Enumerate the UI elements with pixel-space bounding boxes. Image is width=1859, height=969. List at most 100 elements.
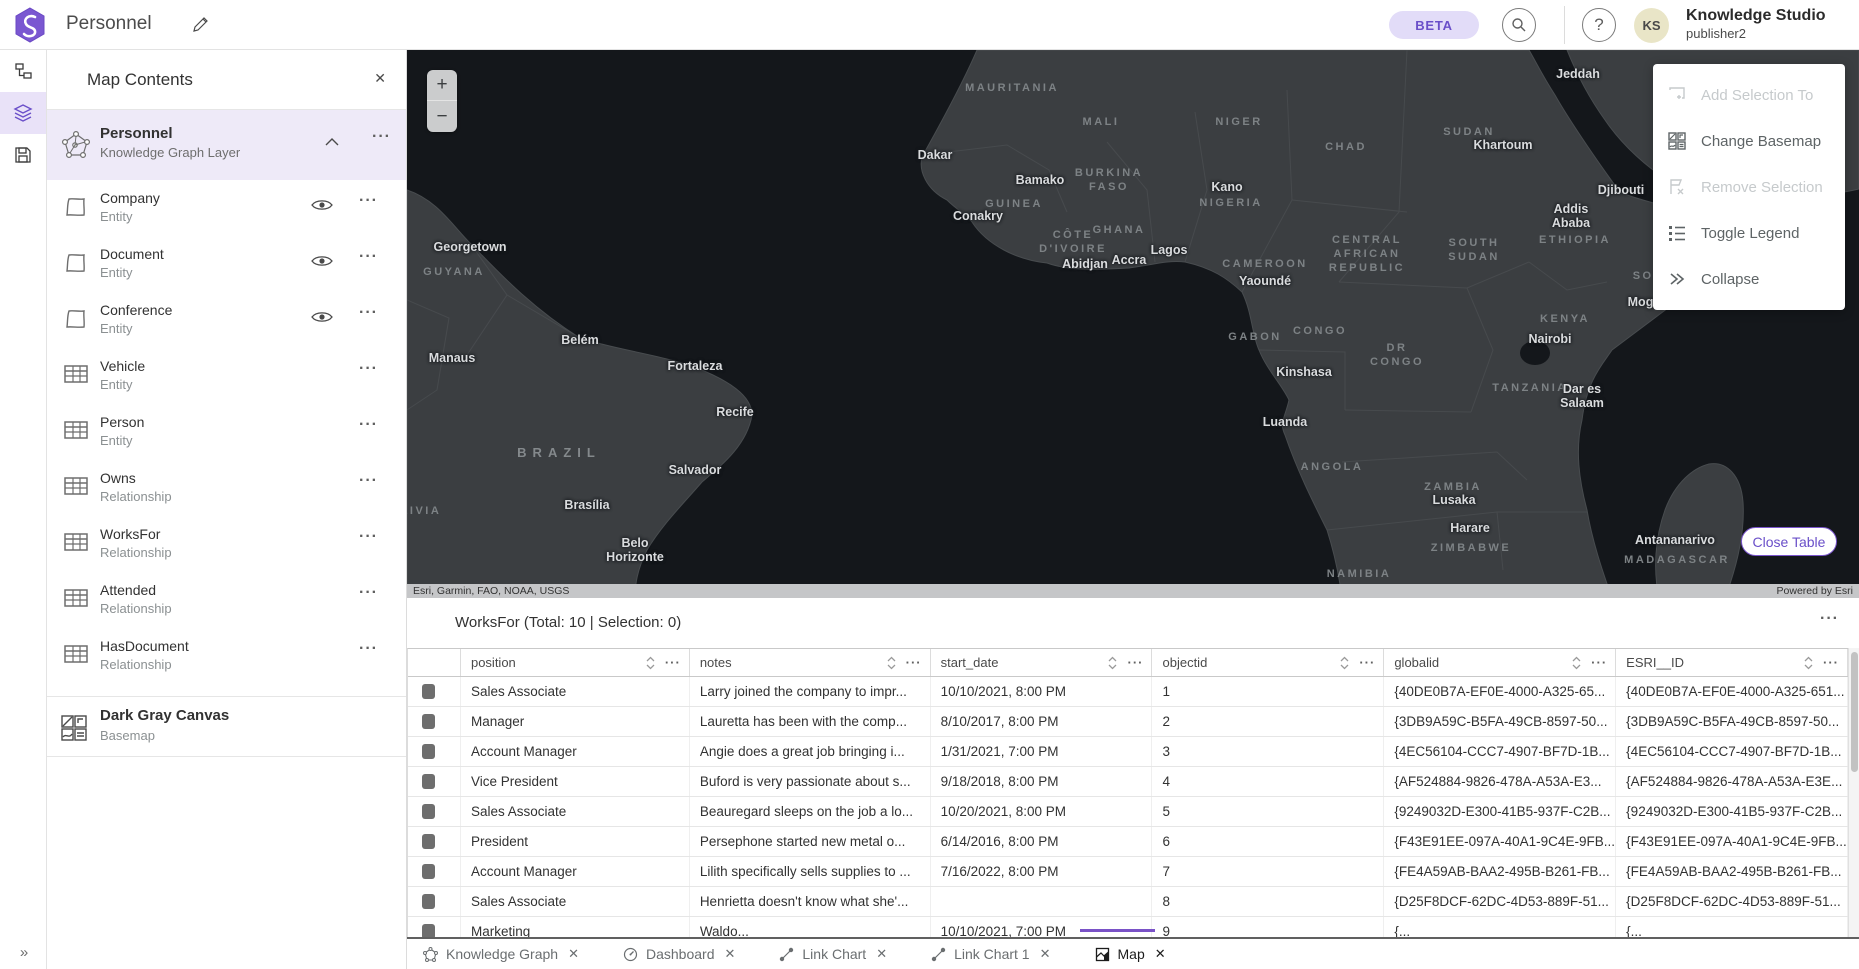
column-header-objectid[interactable]: objectid··· (1152, 649, 1384, 676)
table-row[interactable]: Sales AssociateHenrietta doesn't know wh… (408, 887, 1848, 917)
column-options-ellipsis-icon[interactable]: ··· (1823, 655, 1839, 670)
scrollbar-thumb[interactable] (1851, 652, 1858, 772)
panel-close-icon[interactable]: ✕ (374, 70, 386, 87)
tab-dashboard[interactable]: Dashboard✕ (623, 946, 735, 962)
table-row[interactable]: Sales AssociateBeauregard sleeps on the … (408, 797, 1848, 827)
column-header-start_date[interactable]: start_date··· (931, 649, 1153, 676)
visibility-eye-icon[interactable] (311, 310, 333, 324)
table-row[interactable]: Sales AssociateLarry joined the company … (408, 677, 1848, 707)
visibility-eye-icon[interactable] (311, 198, 333, 212)
data-model-button[interactable] (0, 50, 46, 92)
save-button[interactable] (0, 134, 46, 176)
table-options-ellipsis-icon[interactable]: ··· (1820, 610, 1839, 628)
tab-link-chart-1[interactable]: Link Chart 1✕ (931, 946, 1050, 962)
menu-item-add-selection-to[interactable]: Add Selection To (1653, 72, 1845, 118)
edit-title-icon[interactable] (190, 15, 210, 35)
help-button[interactable]: ? (1582, 8, 1616, 42)
table-row[interactable]: Vice PresidentBuford is very passionate … (408, 767, 1848, 797)
layers-button[interactable] (0, 92, 46, 134)
layer-item-name: HasDocument (100, 638, 189, 654)
cell-esri_id: {FE4A59AB-BAA2-495B-B261-FB... (1616, 857, 1848, 886)
tab-close-icon[interactable]: ✕ (568, 946, 579, 962)
layer-item-attended[interactable]: AttendedRelationship··· (47, 572, 406, 628)
table-row[interactable]: MarketingWaldo...10/10/2021, 7:00 PM9{..… (408, 917, 1848, 937)
user-avatar[interactable]: KS (1634, 8, 1669, 43)
tab-close-icon[interactable]: ✕ (1040, 946, 1051, 962)
layer-item-options-ellipsis-icon[interactable]: ··· (359, 584, 378, 602)
cell-globalid: {AF524884-9826-478A-A53A-E3... (1384, 767, 1616, 796)
menu-item-change-basemap[interactable]: Change Basemap (1653, 118, 1845, 164)
collapse-layer-chevron-up-icon[interactable] (325, 137, 339, 146)
table-title: WorksFor (Total: 10 | Selection: 0) (455, 614, 681, 631)
table-row[interactable]: ManagerLauretta has been with the comp..… (408, 707, 1848, 737)
layer-item-options-ellipsis-icon[interactable]: ··· (359, 416, 378, 434)
row-checkbox[interactable] (422, 924, 435, 937)
close-table-button[interactable]: Close Table (1741, 527, 1837, 556)
layer-item-options-ellipsis-icon[interactable]: ··· (359, 640, 378, 658)
search-button[interactable] (1502, 8, 1536, 42)
row-checkbox[interactable] (422, 834, 435, 849)
menu-item-toggle-legend[interactable]: Toggle Legend (1653, 210, 1845, 256)
row-checkbox[interactable] (422, 774, 435, 789)
sort-icon[interactable] (887, 656, 896, 670)
sort-icon[interactable] (1804, 656, 1813, 670)
row-checkbox[interactable] (422, 804, 435, 819)
column-header-esri__id[interactable]: ESRI__ID··· (1616, 649, 1848, 676)
column-options-ellipsis-icon[interactable]: ··· (665, 655, 681, 670)
menu-item-remove-selection[interactable]: Remove Selection (1653, 164, 1845, 210)
column-options-ellipsis-icon[interactable]: ··· (906, 655, 922, 670)
layer-item-conference[interactable]: ConferenceEntity··· (47, 292, 406, 348)
layer-item-person[interactable]: PersonEntity··· (47, 404, 406, 460)
layer-item-owns[interactable]: OwnsRelationship··· (47, 460, 406, 516)
row-checkbox[interactable] (422, 744, 435, 759)
zoom-in-button[interactable]: + (427, 70, 457, 101)
table-scrollbar[interactable] (1848, 648, 1859, 937)
table-row[interactable]: Account ManagerLilith specifically sells… (408, 857, 1848, 887)
layer-item-options-ellipsis-icon[interactable]: ··· (359, 248, 378, 266)
layer-item-options-ellipsis-icon[interactable]: ··· (359, 192, 378, 210)
basemap-item[interactable]: Dark Gray Canvas Basemap (47, 697, 406, 757)
column-header-position[interactable]: position··· (461, 649, 690, 676)
map-canvas[interactable]: MAURITANIAMALINIGERSUDANCHADBURKINA FASO… (407, 50, 1859, 584)
column-options-ellipsis-icon[interactable]: ··· (1127, 655, 1143, 670)
column-header-globalid[interactable]: globalid··· (1384, 649, 1616, 676)
sort-icon[interactable] (1108, 656, 1117, 670)
table-row[interactable]: Account ManagerAngie does a great job br… (408, 737, 1848, 767)
layer-item-document[interactable]: DocumentEntity··· (47, 236, 406, 292)
tab-knowledge-graph[interactable]: Knowledge Graph✕ (423, 946, 579, 962)
expand-rail-button[interactable]: » (0, 944, 46, 961)
tab-close-icon[interactable]: ✕ (876, 946, 887, 962)
layer-item-options-ellipsis-icon[interactable]: ··· (359, 360, 378, 378)
row-checkbox[interactable] (422, 894, 435, 909)
zoom-out-button[interactable]: − (427, 101, 457, 132)
sort-icon[interactable] (1340, 656, 1349, 670)
visibility-eye-icon[interactable] (311, 254, 333, 268)
sort-icon[interactable] (646, 656, 655, 670)
layer-item-hasdocument[interactable]: HasDocumentRelationship··· (47, 628, 406, 684)
layer-item-options-ellipsis-icon[interactable]: ··· (359, 528, 378, 546)
tab-map[interactable]: Map✕ (1095, 946, 1166, 962)
menu-item-collapse[interactable]: Collapse (1653, 256, 1845, 302)
table-row[interactable]: PresidentPersephone started new metal o.… (408, 827, 1848, 857)
column-options-ellipsis-icon[interactable]: ··· (1591, 655, 1607, 670)
layer-item-worksfor[interactable]: WorksForRelationship··· (47, 516, 406, 572)
link-chart-icon (931, 947, 946, 962)
column-options-ellipsis-icon[interactable]: ··· (1359, 655, 1375, 670)
sort-icon[interactable] (1572, 656, 1581, 670)
row-checkbox[interactable] (422, 684, 435, 699)
layer-item-company[interactable]: CompanyEntity··· (47, 180, 406, 236)
cell-notes: Lauretta has been with the comp... (690, 707, 931, 736)
column-header-notes[interactable]: notes··· (690, 649, 931, 676)
layer-item-options-ellipsis-icon[interactable]: ··· (359, 472, 378, 490)
layer-item-vehicle[interactable]: VehicleEntity··· (47, 348, 406, 404)
tab-close-icon[interactable]: ✕ (1155, 946, 1166, 962)
row-checkbox[interactable] (422, 864, 435, 879)
tab-link-chart[interactable]: Link Chart✕ (779, 946, 887, 962)
row-checkbox[interactable] (422, 714, 435, 729)
layer-item-options-ellipsis-icon[interactable]: ··· (359, 304, 378, 322)
table-icon (63, 643, 89, 665)
layer-personnel[interactable]: Personnel Knowledge Graph Layer ··· (47, 110, 406, 180)
tab-close-icon[interactable]: ✕ (724, 946, 735, 962)
layer-options-ellipsis-icon[interactable]: ··· (372, 128, 391, 146)
row-checkbox-cell (408, 677, 461, 706)
